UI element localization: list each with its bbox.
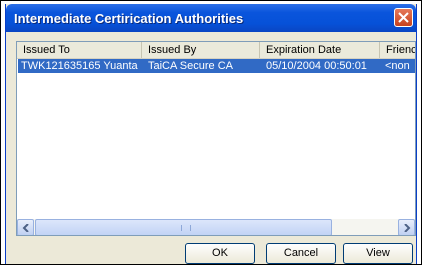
horizontal-scrollbar[interactable] [17,219,415,235]
certificate-list[interactable]: Issued To Issued By Expiration Date Frie… [16,41,416,236]
dialog-title: Intermediate Certirication Authorities [14,11,244,26]
view-button[interactable]: View [343,243,413,264]
column-header-issued-by[interactable]: Issued By [142,42,260,58]
column-header-friendly-name[interactable]: Frienc [380,42,415,58]
cell-issued-by: TaiCA Secure CA [148,60,233,72]
close-icon [398,12,409,23]
close-button[interactable] [394,8,413,27]
cancel-button[interactable]: Cancel [266,243,336,264]
grip-icon [181,225,191,231]
table-row[interactable]: TWK121635165 Yuanta TaiCA Secure CA 05/1… [18,59,415,73]
cell-expiration-date: 05/10/2004 00:50:01 [266,60,367,72]
cell-issued-to: TWK121635165 Yuanta [21,60,138,72]
ok-button[interactable]: OK [185,243,255,264]
scroll-right-button[interactable] [398,219,415,235]
chevron-right-icon [404,224,411,232]
scroll-left-button[interactable] [17,219,34,235]
column-header-issued-to[interactable]: Issued To [17,42,142,58]
title-bar[interactable]: Intermediate Certirication Authorities [6,4,416,32]
list-header: Issued To Issued By Expiration Date Frie… [17,42,415,59]
cell-friendly-name: <non [385,60,410,72]
column-header-expiration-date[interactable]: Expiration Date [260,42,380,58]
chevron-left-icon [22,224,29,232]
certificate-dialog: Intermediate Certirication Authorities I… [5,4,417,264]
scroll-thumb[interactable] [35,219,332,235]
